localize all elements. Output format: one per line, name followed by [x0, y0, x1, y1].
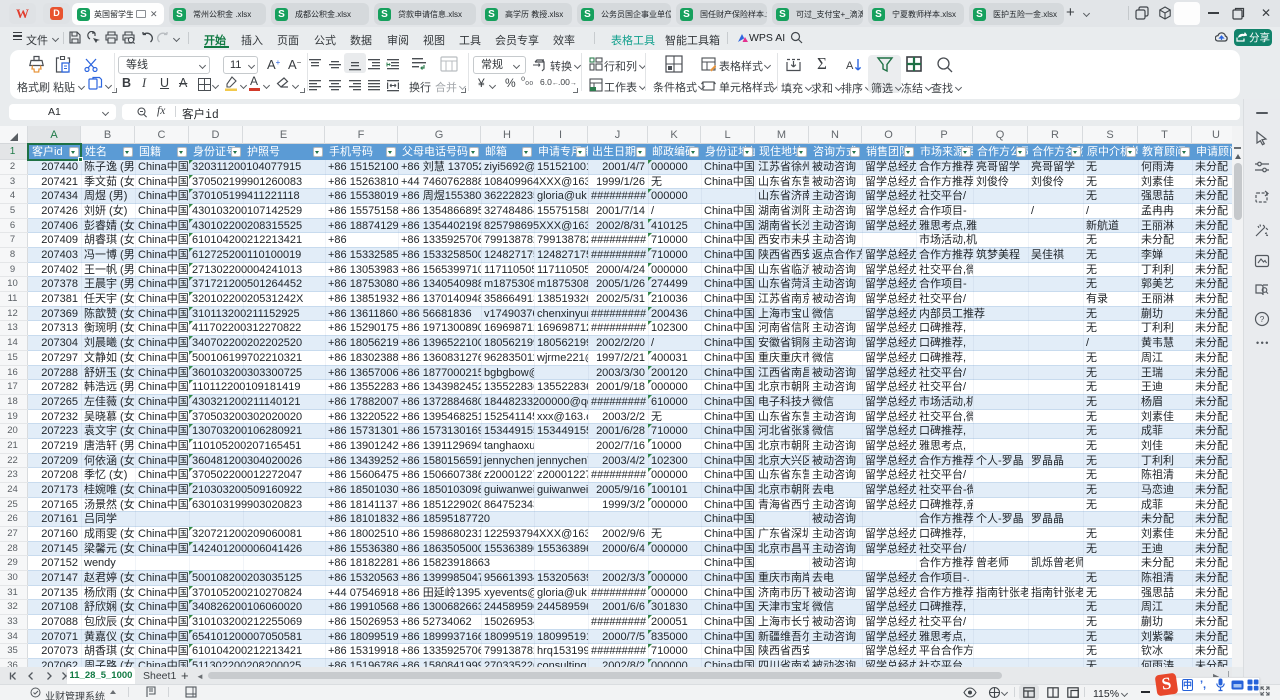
svg-text:A: A [846, 60, 854, 72]
svg-text:?: ? [1260, 314, 1265, 324]
